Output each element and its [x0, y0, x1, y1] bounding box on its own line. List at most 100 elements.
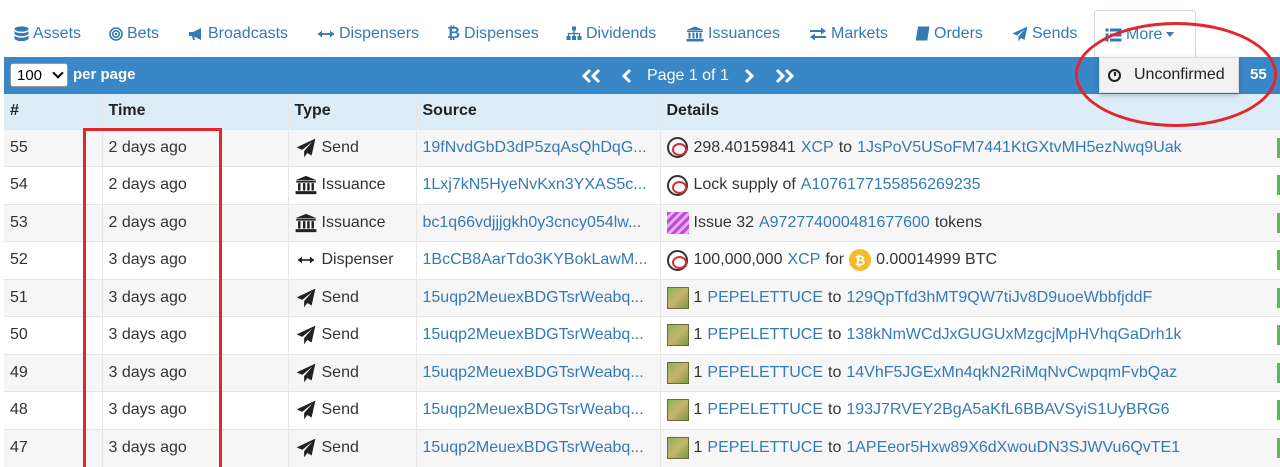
source-address-link[interactable]: 19fNvdGbD3dP5zqAsQhDqG...	[423, 139, 647, 156]
paper-plane-icon	[295, 138, 317, 158]
nav-broadcasts[interactable]: Broadcasts	[188, 10, 288, 57]
type-label: Send	[321, 363, 359, 381]
asset-link[interactable]: A972774000481677600	[759, 214, 930, 232]
destination-address-link[interactable]: 14VhF5JGExMn4qkN2RiMqNvCwpqmFvbQaz	[846, 364, 1177, 382]
asset-link[interactable]: PEPELETTUCE	[707, 439, 823, 457]
detail-text: to	[828, 363, 842, 381]
paper-plane-icon	[295, 288, 317, 308]
col-header-time: Time	[102, 94, 289, 129]
type-label: Issuance	[321, 213, 386, 231]
source-address-link[interactable]: 1Lxj7kN5HyeNvKxn3YXAS5c...	[423, 176, 647, 193]
nav-assets[interactable]: Assets	[14, 10, 81, 57]
detail-text: Lock supply of	[693, 176, 796, 194]
type-label: Dispenser	[321, 251, 394, 269]
nav-label: Orders	[934, 24, 983, 42]
destination-address-link[interactable]: 129QpTfd3hMT9QW7tiJv8D9uoeWbbfjddF	[846, 289, 1152, 307]
asset-link[interactable]: PEPELETTUCE	[707, 364, 823, 382]
detail-text: Issue 32	[693, 213, 754, 231]
nav-label: Issuances	[708, 24, 781, 42]
asset-link[interactable]: XCP	[801, 139, 834, 157]
row-source: 19fNvdGbD3dP5zqAsQhDqG...	[416, 128, 661, 167]
row-source: 1Lxj7kN5HyeNvKxn3YXAS5c...	[416, 166, 661, 204]
destination-address-link[interactable]: 1APEeor5Hxw89X6dXwouDN3SJWVu6QvTE1	[846, 439, 1180, 457]
asset-link[interactable]: PEPELETTUCE	[707, 289, 823, 307]
nav-dividends[interactable]: Dividends	[566, 10, 656, 57]
arrows-h-icon	[295, 250, 317, 270]
nav-orders[interactable]: Orders	[915, 10, 983, 57]
detail-text: 298.40159841	[693, 138, 796, 156]
detail-text: to	[828, 401, 842, 419]
prev-page-button[interactable]	[621, 68, 633, 84]
per-page-value: 100	[17, 66, 43, 84]
asset-link[interactable]: A1076177155856269235	[801, 176, 981, 194]
status-indicator	[1276, 175, 1279, 195]
asset-token-icon	[666, 211, 689, 234]
detail-text: 1	[693, 326, 703, 344]
paper-plane-icon	[295, 363, 317, 383]
detail-text: 1	[693, 439, 703, 456]
destination-address-link[interactable]: 1JsPoV5USoFM7441KtGXtvMH5ezNwq9Uak	[857, 139, 1182, 157]
nav-dispensers[interactable]: Dispensers	[317, 10, 419, 57]
source-address-link[interactable]: 15uqp2MeuexBDGTsrWeabq...	[423, 401, 644, 418]
first-page-button[interactable]	[579, 68, 603, 84]
status-indicator	[1276, 400, 1279, 420]
row-type: Send	[288, 391, 417, 429]
detail-text: to	[828, 288, 842, 306]
row-type: Send	[288, 428, 417, 467]
source-address-link[interactable]: bc1q66vdjjjgkh0y3cncy054lw...	[423, 214, 642, 231]
detail-text: 0.00014999 BTC	[876, 251, 998, 269]
source-address-link[interactable]: 15uqp2MeuexBDGTsrWeabq...	[423, 326, 644, 343]
nav-label: Dispenses	[464, 24, 539, 42]
bank-icon	[295, 213, 317, 233]
next-page-button[interactable]	[743, 68, 755, 84]
arrows-h-icon	[317, 29, 335, 39]
col-header-source: Source	[416, 94, 661, 129]
row-type: Send	[288, 278, 417, 317]
per-page-label: per page	[73, 66, 136, 83]
asset-link[interactable]: XCP	[787, 251, 820, 269]
bank-icon	[686, 26, 704, 42]
nav-label: Dispensers	[339, 24, 420, 42]
type-label: Send	[321, 439, 359, 456]
book-icon	[915, 26, 930, 41]
nav-dispenses[interactable]: ₿ Dispenses	[447, 10, 539, 57]
detail-text: tokens	[934, 213, 982, 231]
nav-markets[interactable]: Markets	[809, 10, 888, 57]
page-indicator: Page 1 of 1	[647, 67, 729, 84]
status-indicator	[1276, 212, 1279, 233]
database-icon	[14, 25, 29, 42]
nav-sends[interactable]: Sends	[1012, 10, 1077, 57]
destination-address-link[interactable]: 193J7RVEY2BgA5aKfL6BBAVSyiS1UyBRG6	[846, 401, 1169, 419]
bank-icon	[295, 175, 317, 195]
xcp-token-icon	[667, 249, 689, 271]
source-address-link[interactable]: 15uqp2MeuexBDGTsrWeabq...	[423, 439, 644, 456]
status-indicator	[1276, 137, 1279, 158]
nav-issuances[interactable]: Issuances	[686, 10, 780, 57]
per-page-select[interactable]: 100	[10, 63, 68, 87]
last-page-button[interactable]	[773, 68, 797, 84]
row-source: 1BcCB8AarTdo3KYBokLawM...	[416, 241, 661, 279]
destination-address-link[interactable]: 138kNmWCdJxGUGUxMzgcjMpHVhqGaDrh1k	[846, 326, 1181, 344]
nav-label: Markets	[831, 24, 888, 42]
pepelettuce-token-icon	[666, 324, 689, 347]
type-label: Send	[321, 326, 359, 344]
row-details: 1 PEPELETTUCE to 1APEeor5Hxw89X6dXwouDN3SJW…	[660, 428, 1280, 467]
row-details: 1 PEPELETTUCE to 14VhF5JGExMn4qkN2RiMqNvCwp…	[660, 353, 1280, 392]
type-label: Issuance	[321, 176, 386, 194]
nav-bets[interactable]: Bets	[109, 10, 159, 57]
paper-plane-icon	[295, 438, 317, 458]
bitcoin-icon: ₿	[447, 24, 461, 42]
row-details: 1 PEPELETTUCE to 193J7RVEY2BgA5aKfL6BBAVSyi…	[660, 391, 1280, 429]
annotation-circle-unconfirmed	[1075, 22, 1277, 127]
bitcoin-icon: ₿	[849, 249, 872, 272]
annotation-highlight-time-column	[83, 128, 222, 467]
source-address-link[interactable]: 15uqp2MeuexBDGTsrWeabq...	[423, 289, 644, 306]
asset-link[interactable]: PEPELETTUCE	[707, 326, 823, 344]
detail-text: to	[828, 326, 842, 344]
row-type: Issuance	[288, 166, 417, 204]
paper-plane-icon	[295, 400, 317, 420]
type-label: Send	[321, 288, 359, 306]
source-address-link[interactable]: 15uqp2MeuexBDGTsrWeabq...	[423, 364, 644, 381]
source-address-link[interactable]: 1BcCB8AarTdo3KYBokLawM...	[423, 251, 648, 268]
asset-link[interactable]: PEPELETTUCE	[707, 401, 823, 419]
